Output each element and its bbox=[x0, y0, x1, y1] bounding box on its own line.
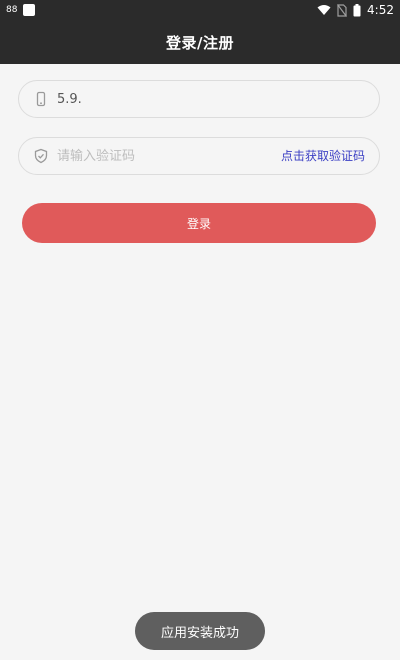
status-bar: 88 4:52 bbox=[0, 0, 400, 20]
verification-code-input[interactable] bbox=[57, 138, 257, 174]
toast: 应用安装成功 bbox=[135, 612, 265, 650]
phone-icon bbox=[36, 91, 46, 107]
page-title: 登录/注册 bbox=[166, 33, 234, 52]
toast-message: 应用安装成功 bbox=[160, 625, 239, 641]
phone-input[interactable] bbox=[57, 81, 357, 117]
app-square-icon bbox=[23, 4, 36, 16]
get-code-link[interactable]: 点击获取验证码 bbox=[281, 148, 365, 164]
status-bar-left: 88 bbox=[6, 3, 36, 17]
wifi-icon bbox=[317, 5, 331, 15]
top-bar: 登录/注册 bbox=[0, 20, 400, 64]
status-bar-right: 4:52 bbox=[317, 2, 394, 18]
login-button[interactable]: 登录 bbox=[22, 203, 376, 243]
status-time: 4:52 bbox=[367, 3, 394, 17]
battery-icon bbox=[353, 3, 361, 16]
shield-icon bbox=[34, 148, 48, 164]
verification-code-field: 点击获取验证码 bbox=[18, 137, 380, 175]
phone-field bbox=[18, 80, 380, 118]
no-sim-icon bbox=[337, 3, 348, 17]
notification-glyph: 88 bbox=[6, 5, 18, 15]
